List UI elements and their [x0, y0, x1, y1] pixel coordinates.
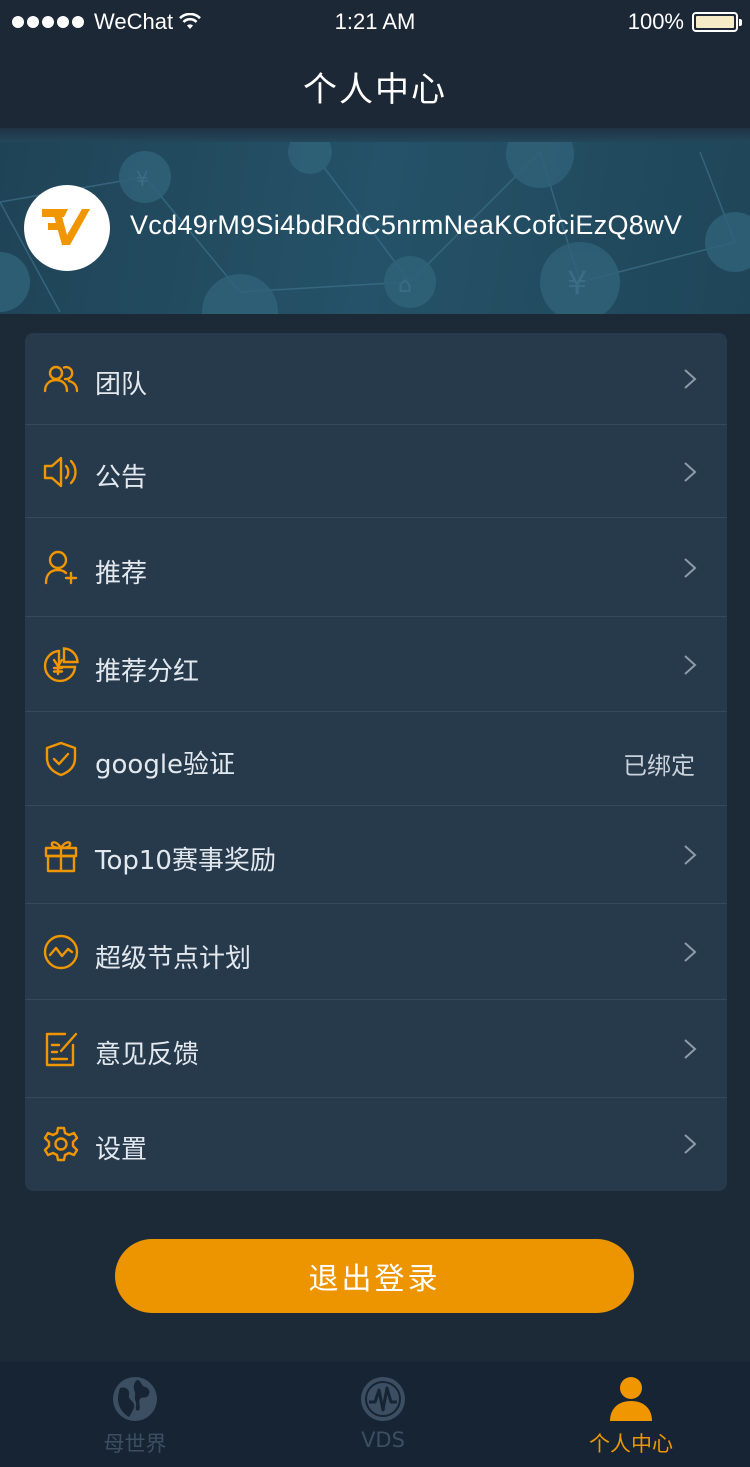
menu-label-referral-dividend: 推荐分红: [95, 657, 200, 687]
vds-logo-icon: [42, 209, 90, 245]
shield-check-icon: [45, 741, 77, 777]
menu-item-settings[interactable]: 设置: [25, 1098, 727, 1191]
svg-text:⌂: ⌂: [398, 273, 412, 298]
person-icon: [610, 1377, 652, 1421]
yen-pie-icon: [43, 647, 79, 683]
menu-label-feedback: 意见反馈: [95, 1040, 200, 1070]
menu-item-super-node[interactable]: 超级节点计划: [25, 904, 727, 1000]
status-right: 100%: [627, 9, 742, 35]
status-bar: WeChat 1:21 AM 100%: [0, 0, 750, 44]
feedback-icon: [45, 1032, 78, 1067]
logout-button[interactable]: 退出登录: [115, 1239, 634, 1313]
menu-label-referral: 推荐: [95, 559, 148, 589]
chevron-right-icon: [684, 558, 697, 578]
tab-label: VDS: [361, 1428, 405, 1452]
add-user-icon: [44, 550, 78, 585]
battery-icon: [692, 12, 742, 32]
chevron-right-icon: [684, 1134, 697, 1154]
menu-item-google-auth[interactable]: google验证 已绑定: [25, 712, 727, 806]
tab-mother-world[interactable]: 母世界: [10, 1362, 260, 1467]
svg-text:¥: ¥: [567, 264, 587, 302]
tab-vds[interactable]: VDS: [258, 1362, 508, 1467]
battery-percent: 100%: [627, 9, 684, 34]
tab-bar: 母世界 VDS 个人中心: [0, 1362, 750, 1467]
chevron-right-icon: [684, 845, 697, 865]
chevron-right-icon: [684, 1039, 697, 1059]
menu-card: 团队 公告 推荐 推荐分红 google验证 已绑定 Top10赛事奖励 超级节…: [25, 333, 727, 1191]
menu-label-team: 团队: [95, 370, 148, 400]
menu-label-top10-reward: Top10赛事奖励: [95, 846, 276, 876]
trend-icon: [43, 934, 79, 970]
nav-divider: [0, 128, 750, 142]
gear-icon: [43, 1126, 79, 1162]
svg-text:¥: ¥: [136, 167, 149, 191]
menu-item-referral-dividend[interactable]: 推荐分红: [25, 617, 727, 712]
tab-label: 个人中心: [589, 1432, 673, 1456]
menu-label-announcement: 公告: [95, 463, 148, 493]
menu-label-google-auth: google验证: [95, 750, 236, 780]
menu-label-super-node: 超级节点计划: [95, 944, 252, 974]
chevron-right-icon: [684, 655, 697, 675]
tab-profile[interactable]: 个人中心: [506, 1362, 750, 1467]
team-icon: [43, 365, 79, 393]
globe-icon: [113, 1377, 157, 1421]
avatar[interactable]: [24, 185, 110, 271]
profile-banner: ¥ ¥ ⌂ Vcd49rM9Si4bdRdC5nrmNeaKCofciEzQ8w…: [0, 142, 750, 314]
chevron-right-icon: [684, 462, 697, 482]
menu-item-feedback[interactable]: 意见反馈: [25, 1000, 727, 1098]
gift-icon: [44, 841, 78, 873]
username: Vcd49rM9Si4bdRdC5nrmNeaKCofciEzQ8wV: [130, 210, 683, 240]
page-title: 个人中心: [303, 69, 447, 110]
chevron-right-icon: [684, 369, 697, 389]
tab-label: 母世界: [103, 1432, 167, 1456]
google-auth-status: 已绑定: [623, 752, 695, 780]
vds-icon: [361, 1377, 405, 1421]
menu-item-referral[interactable]: 推荐: [25, 518, 727, 617]
speaker-icon: [43, 456, 77, 488]
chevron-right-icon: [684, 942, 697, 962]
menu-item-team[interactable]: 团队: [25, 333, 727, 425]
menu-item-top10-reward[interactable]: Top10赛事奖励: [25, 806, 727, 904]
nav-bar: 个人中心: [0, 44, 750, 128]
menu-label-settings: 设置: [95, 1135, 148, 1165]
menu-item-announcement[interactable]: 公告: [25, 425, 727, 518]
